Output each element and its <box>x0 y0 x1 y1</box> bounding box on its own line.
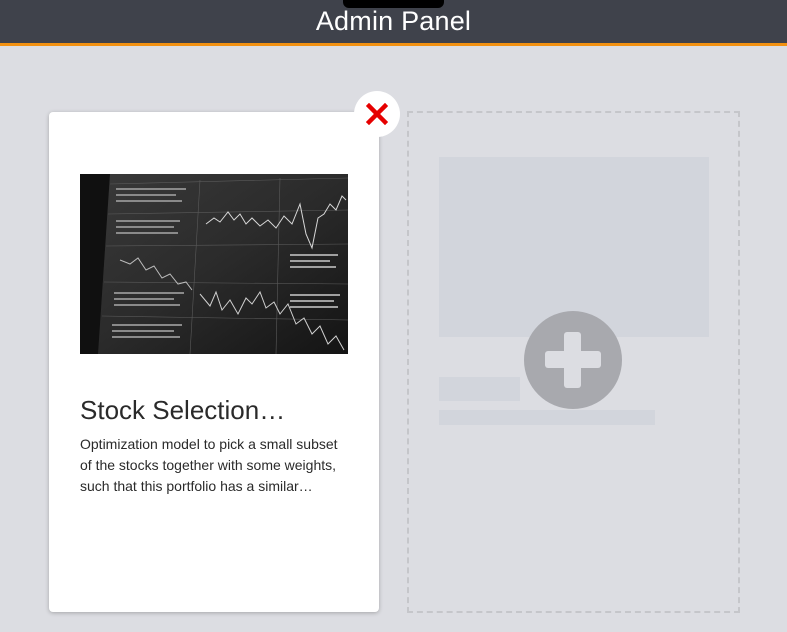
card-title: Stock Selection… <box>80 395 286 425</box>
app-header: Admin Panel <box>0 0 787 46</box>
add-card-placeholder[interactable] <box>407 111 740 613</box>
placeholder-title <box>439 377 520 401</box>
placeholder-text-line <box>439 410 655 425</box>
app-card[interactable]: Stock Selection… Optimization model to p… <box>49 112 379 612</box>
page-title: Admin Panel <box>315 6 472 36</box>
close-icon <box>366 103 388 125</box>
card-description: Optimization model to pick a small subse… <box>80 436 338 494</box>
delete-card-button[interactable] <box>354 91 400 137</box>
placeholder-image <box>439 157 709 337</box>
plus-icon[interactable] <box>524 311 622 409</box>
card-thumbnail-image <box>80 174 348 354</box>
